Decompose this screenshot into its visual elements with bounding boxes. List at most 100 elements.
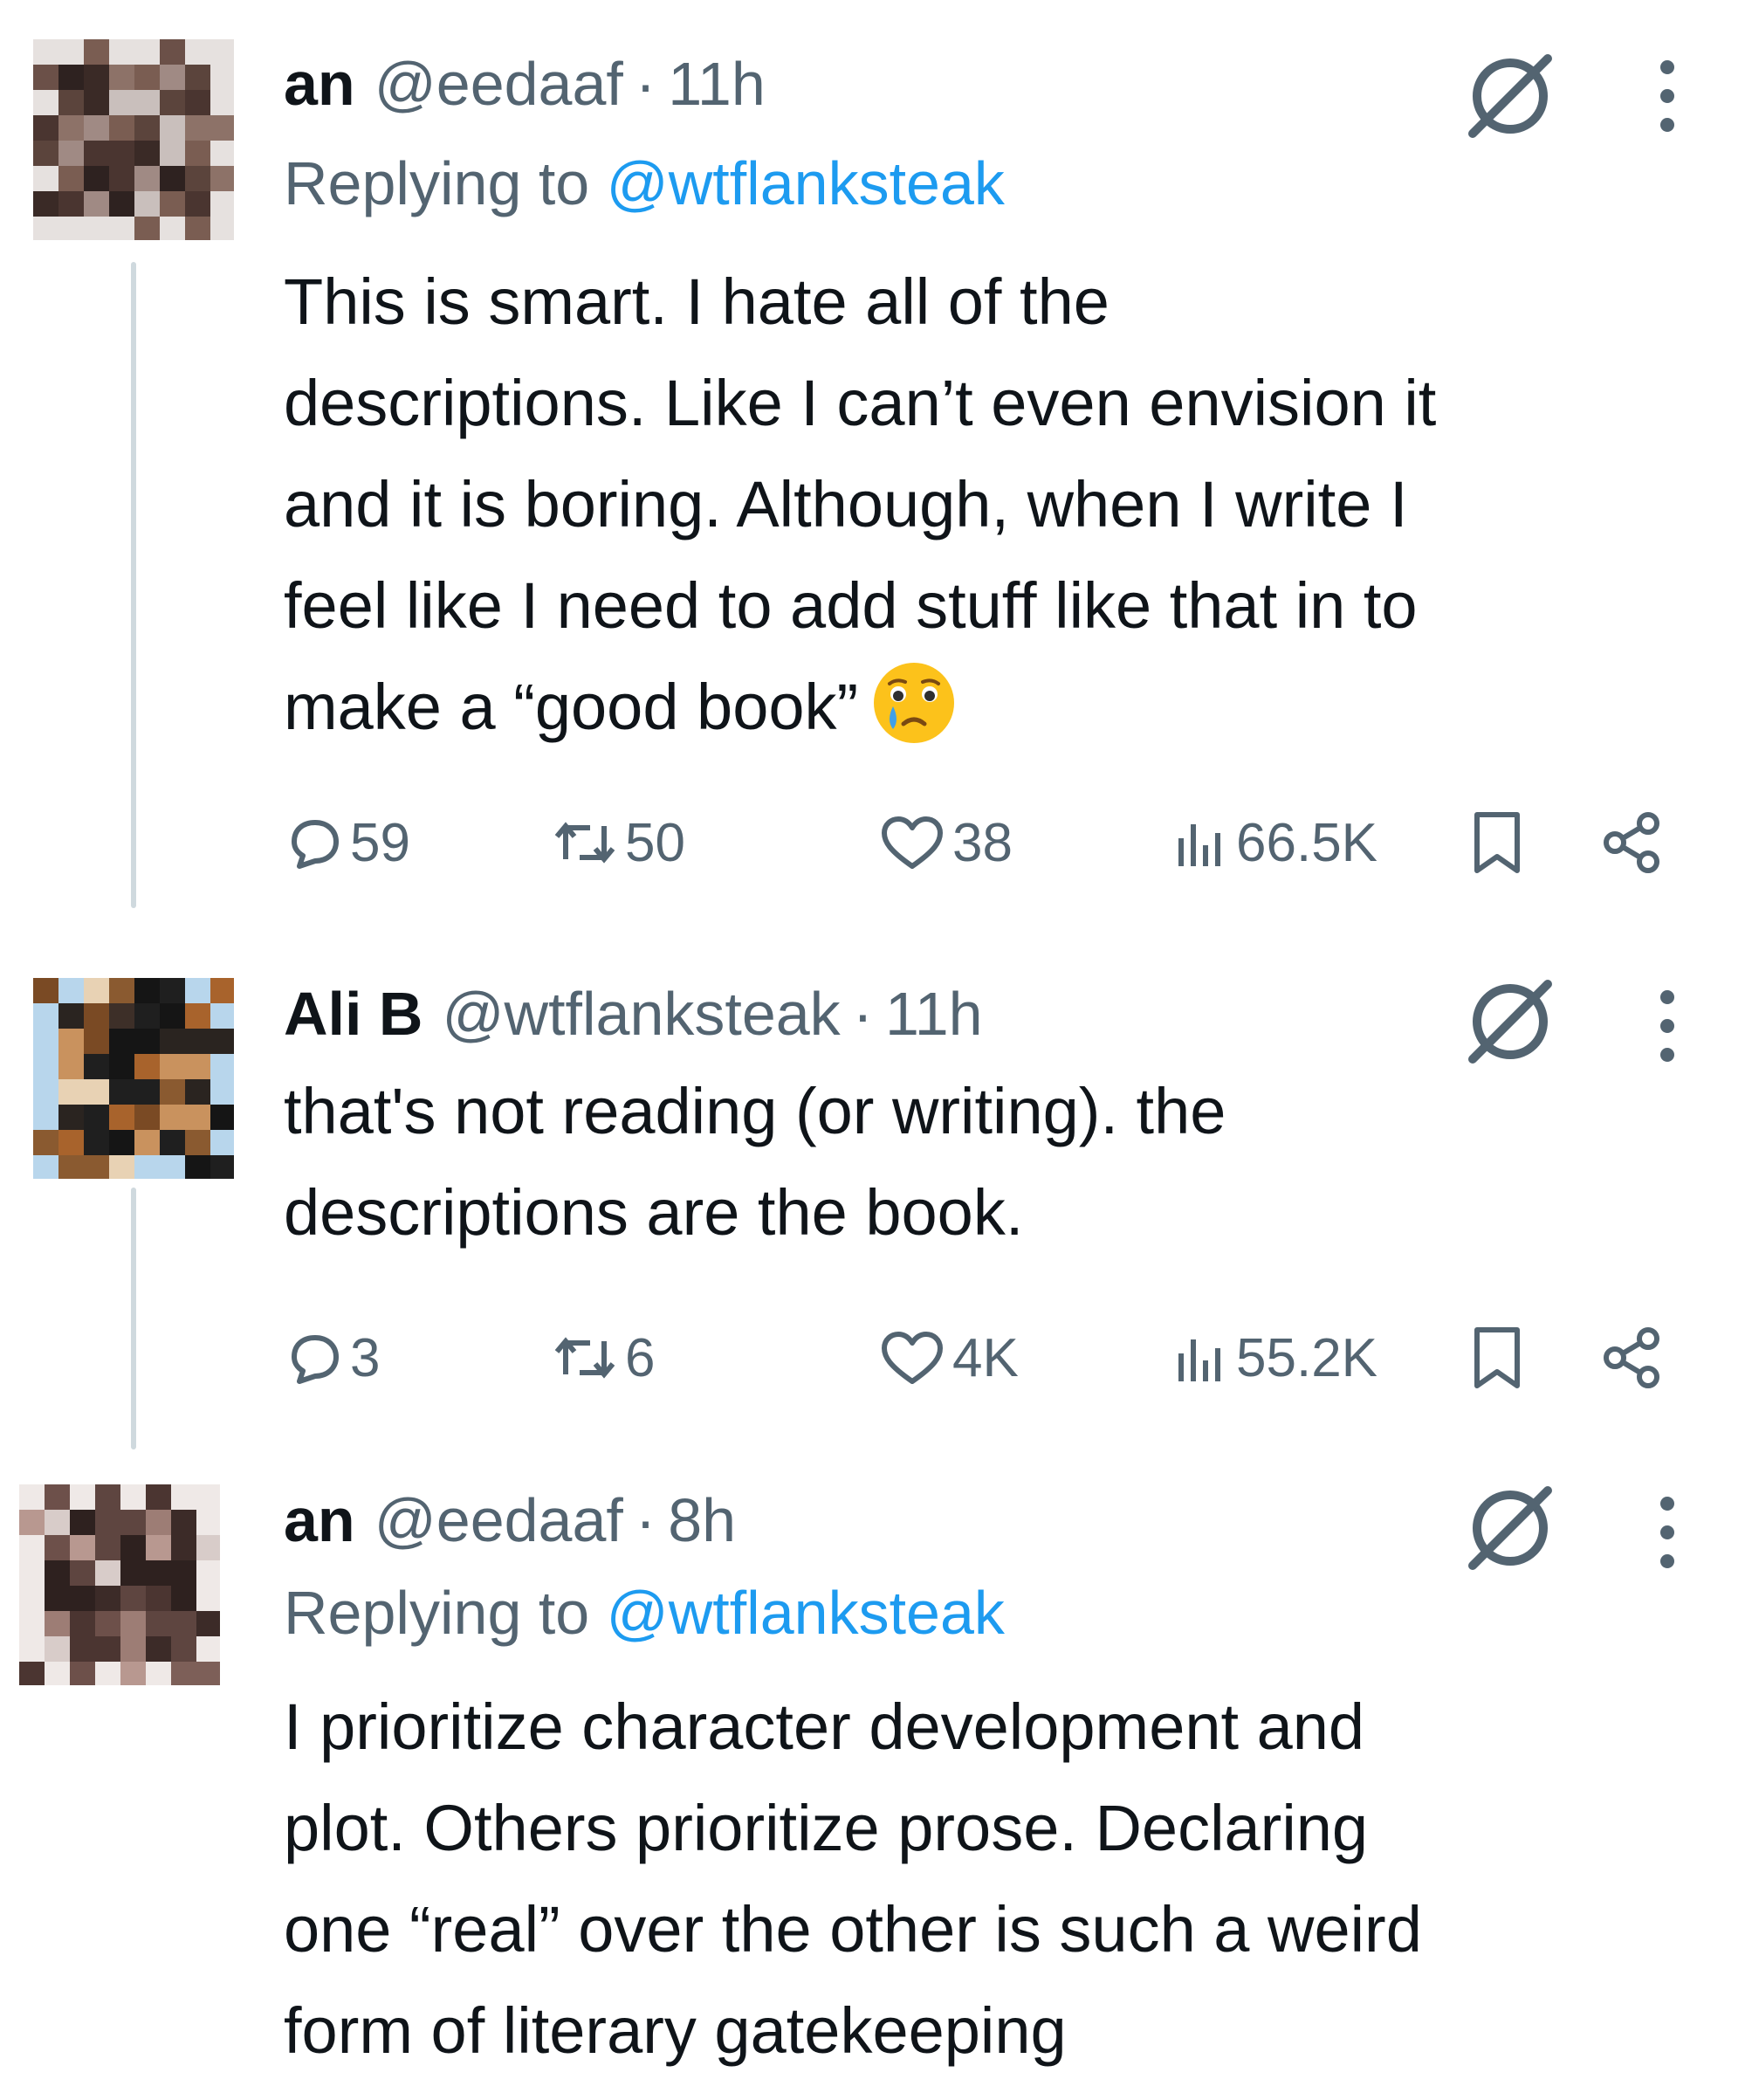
avatar-pixel [210, 191, 234, 217]
repost-button[interactable]: 50 [550, 803, 685, 882]
like-icon [882, 816, 943, 869]
avatar-pixel [70, 1636, 95, 1662]
avatar-pixel [109, 191, 134, 217]
avatar-pixel [19, 1636, 45, 1662]
like-button[interactable]: 4K [877, 1319, 1019, 1397]
more-icon[interactable] [1654, 987, 1680, 1065]
avatar-pixel [95, 1586, 120, 1611]
bookmark-button[interactable] [1467, 803, 1528, 882]
avatar[interactable] [33, 978, 234, 1179]
avatar-pixel [134, 1130, 160, 1155]
avatar-pixel [134, 217, 160, 240]
share-button[interactable] [1597, 1319, 1667, 1397]
avatar-pixel [171, 1484, 196, 1510]
replying-to-label: Replying to [284, 149, 607, 217]
avatar-pixel [58, 1155, 84, 1179]
avatar-pixel [185, 1079, 210, 1105]
avatar-pixel [109, 1003, 134, 1029]
avatar-pixel [58, 191, 84, 217]
avatar-pixel [134, 1105, 160, 1130]
views-icon [1178, 1339, 1220, 1381]
avatar-pixel [84, 1155, 109, 1179]
avatar-pixel [210, 65, 234, 90]
tweet-text-line: one “real” over the other is such a weir… [284, 1893, 1422, 1966]
avatar-pixel [109, 1130, 134, 1155]
avatar-pixel [58, 39, 84, 65]
reply-button[interactable]: 3 [284, 1319, 380, 1397]
avatar-pixel [185, 1155, 210, 1179]
repost-count: 50 [625, 812, 685, 873]
avatar-pixel [160, 1079, 185, 1105]
avatar-pixel [45, 1535, 70, 1560]
display-name[interactable]: an [284, 1485, 355, 1555]
avatar-pixel [19, 1560, 45, 1586]
avatar-pixel [196, 1611, 220, 1636]
avatar[interactable] [33, 39, 234, 240]
views-button[interactable]: 66.5K [1170, 803, 1377, 882]
avatar-pixel [160, 1155, 185, 1179]
tweet-text-line: feel like I need to add stuff like that … [284, 569, 1418, 642]
grok-icon[interactable] [1462, 974, 1558, 1070]
avatar-pixel [95, 1535, 120, 1560]
separator-dot: · [635, 50, 656, 118]
avatar-pixel [19, 1662, 45, 1685]
like-button[interactable]: 38 [877, 803, 1013, 882]
avatar-pixel [185, 39, 210, 65]
more-icon[interactable] [1654, 57, 1680, 135]
repost-button[interactable]: 6 [550, 1319, 655, 1397]
avatar-pixel [58, 217, 84, 240]
user-handle[interactable]: @eedaaf [374, 49, 623, 119]
avatar-pixel [109, 39, 134, 65]
avatar-pixel [84, 191, 109, 217]
reply-mention-link[interactable]: @wtflanksteak [607, 1579, 1005, 1647]
avatar-pixel [109, 115, 134, 141]
user-handle[interactable]: @eedaaf [374, 1485, 623, 1555]
reply-mention-link[interactable]: @wtflanksteak [607, 149, 1005, 217]
display-name[interactable]: an [284, 49, 355, 119]
avatar-pixel [210, 1003, 234, 1029]
avatar-pixel [70, 1510, 95, 1535]
avatar-pixel [33, 1029, 58, 1054]
avatar-pixel [84, 1130, 109, 1155]
avatar-pixel [33, 978, 58, 1003]
avatar-pixel [160, 1054, 185, 1079]
avatar[interactable] [19, 1484, 220, 1685]
tweet-text-line: descriptions are the book. [284, 1176, 1024, 1249]
timestamp[interactable]: 8h [668, 1485, 736, 1555]
avatar-pixel [109, 1079, 134, 1105]
avatar-pixel [210, 978, 234, 1003]
avatar-pixel [210, 39, 234, 65]
tweet-text-line: I prioritize character development and [284, 1690, 1365, 1763]
user-handle[interactable]: @wtflanksteak [442, 979, 840, 1049]
avatar-pixel [160, 115, 185, 141]
tweet-text: I prioritize character development and p… [284, 1677, 1698, 2082]
tweet-text-line: plot. Others prioritize prose. Declaring [284, 1792, 1369, 1864]
avatar-pixel [33, 115, 58, 141]
share-button[interactable] [1597, 803, 1667, 882]
bookmark-button[interactable] [1467, 1319, 1528, 1397]
avatar-pixel [134, 65, 160, 90]
more-icon[interactable] [1654, 1493, 1680, 1572]
reply-button[interactable]: 59 [284, 803, 410, 882]
avatar-pixel [146, 1484, 171, 1510]
avatar-pixel [109, 1155, 134, 1179]
display-name[interactable]: Ali B [284, 979, 423, 1049]
avatar-pixel [45, 1636, 70, 1662]
avatar-pixel [58, 1079, 84, 1105]
grok-icon[interactable] [1462, 48, 1558, 144]
avatar-pixel [196, 1560, 220, 1586]
avatar-pixel [70, 1586, 95, 1611]
grok-icon[interactable] [1462, 1480, 1558, 1576]
avatar-pixel [185, 115, 210, 141]
tweet-text-line: that's not reading (or writing). the [284, 1075, 1226, 1147]
tweet-text-line: make a “good book” [284, 671, 859, 743]
timestamp[interactable]: 11h [668, 49, 766, 119]
avatar-pixel [196, 1662, 220, 1685]
timestamp[interactable]: 11h [885, 979, 983, 1049]
avatar-pixel [210, 1029, 234, 1054]
views-button[interactable]: 55.2K [1170, 1319, 1377, 1397]
avatar-pixel [120, 1535, 146, 1560]
avatar-pixel [134, 1155, 160, 1179]
view-count: 55.2K [1236, 1327, 1378, 1388]
avatar-pixel [58, 141, 84, 166]
